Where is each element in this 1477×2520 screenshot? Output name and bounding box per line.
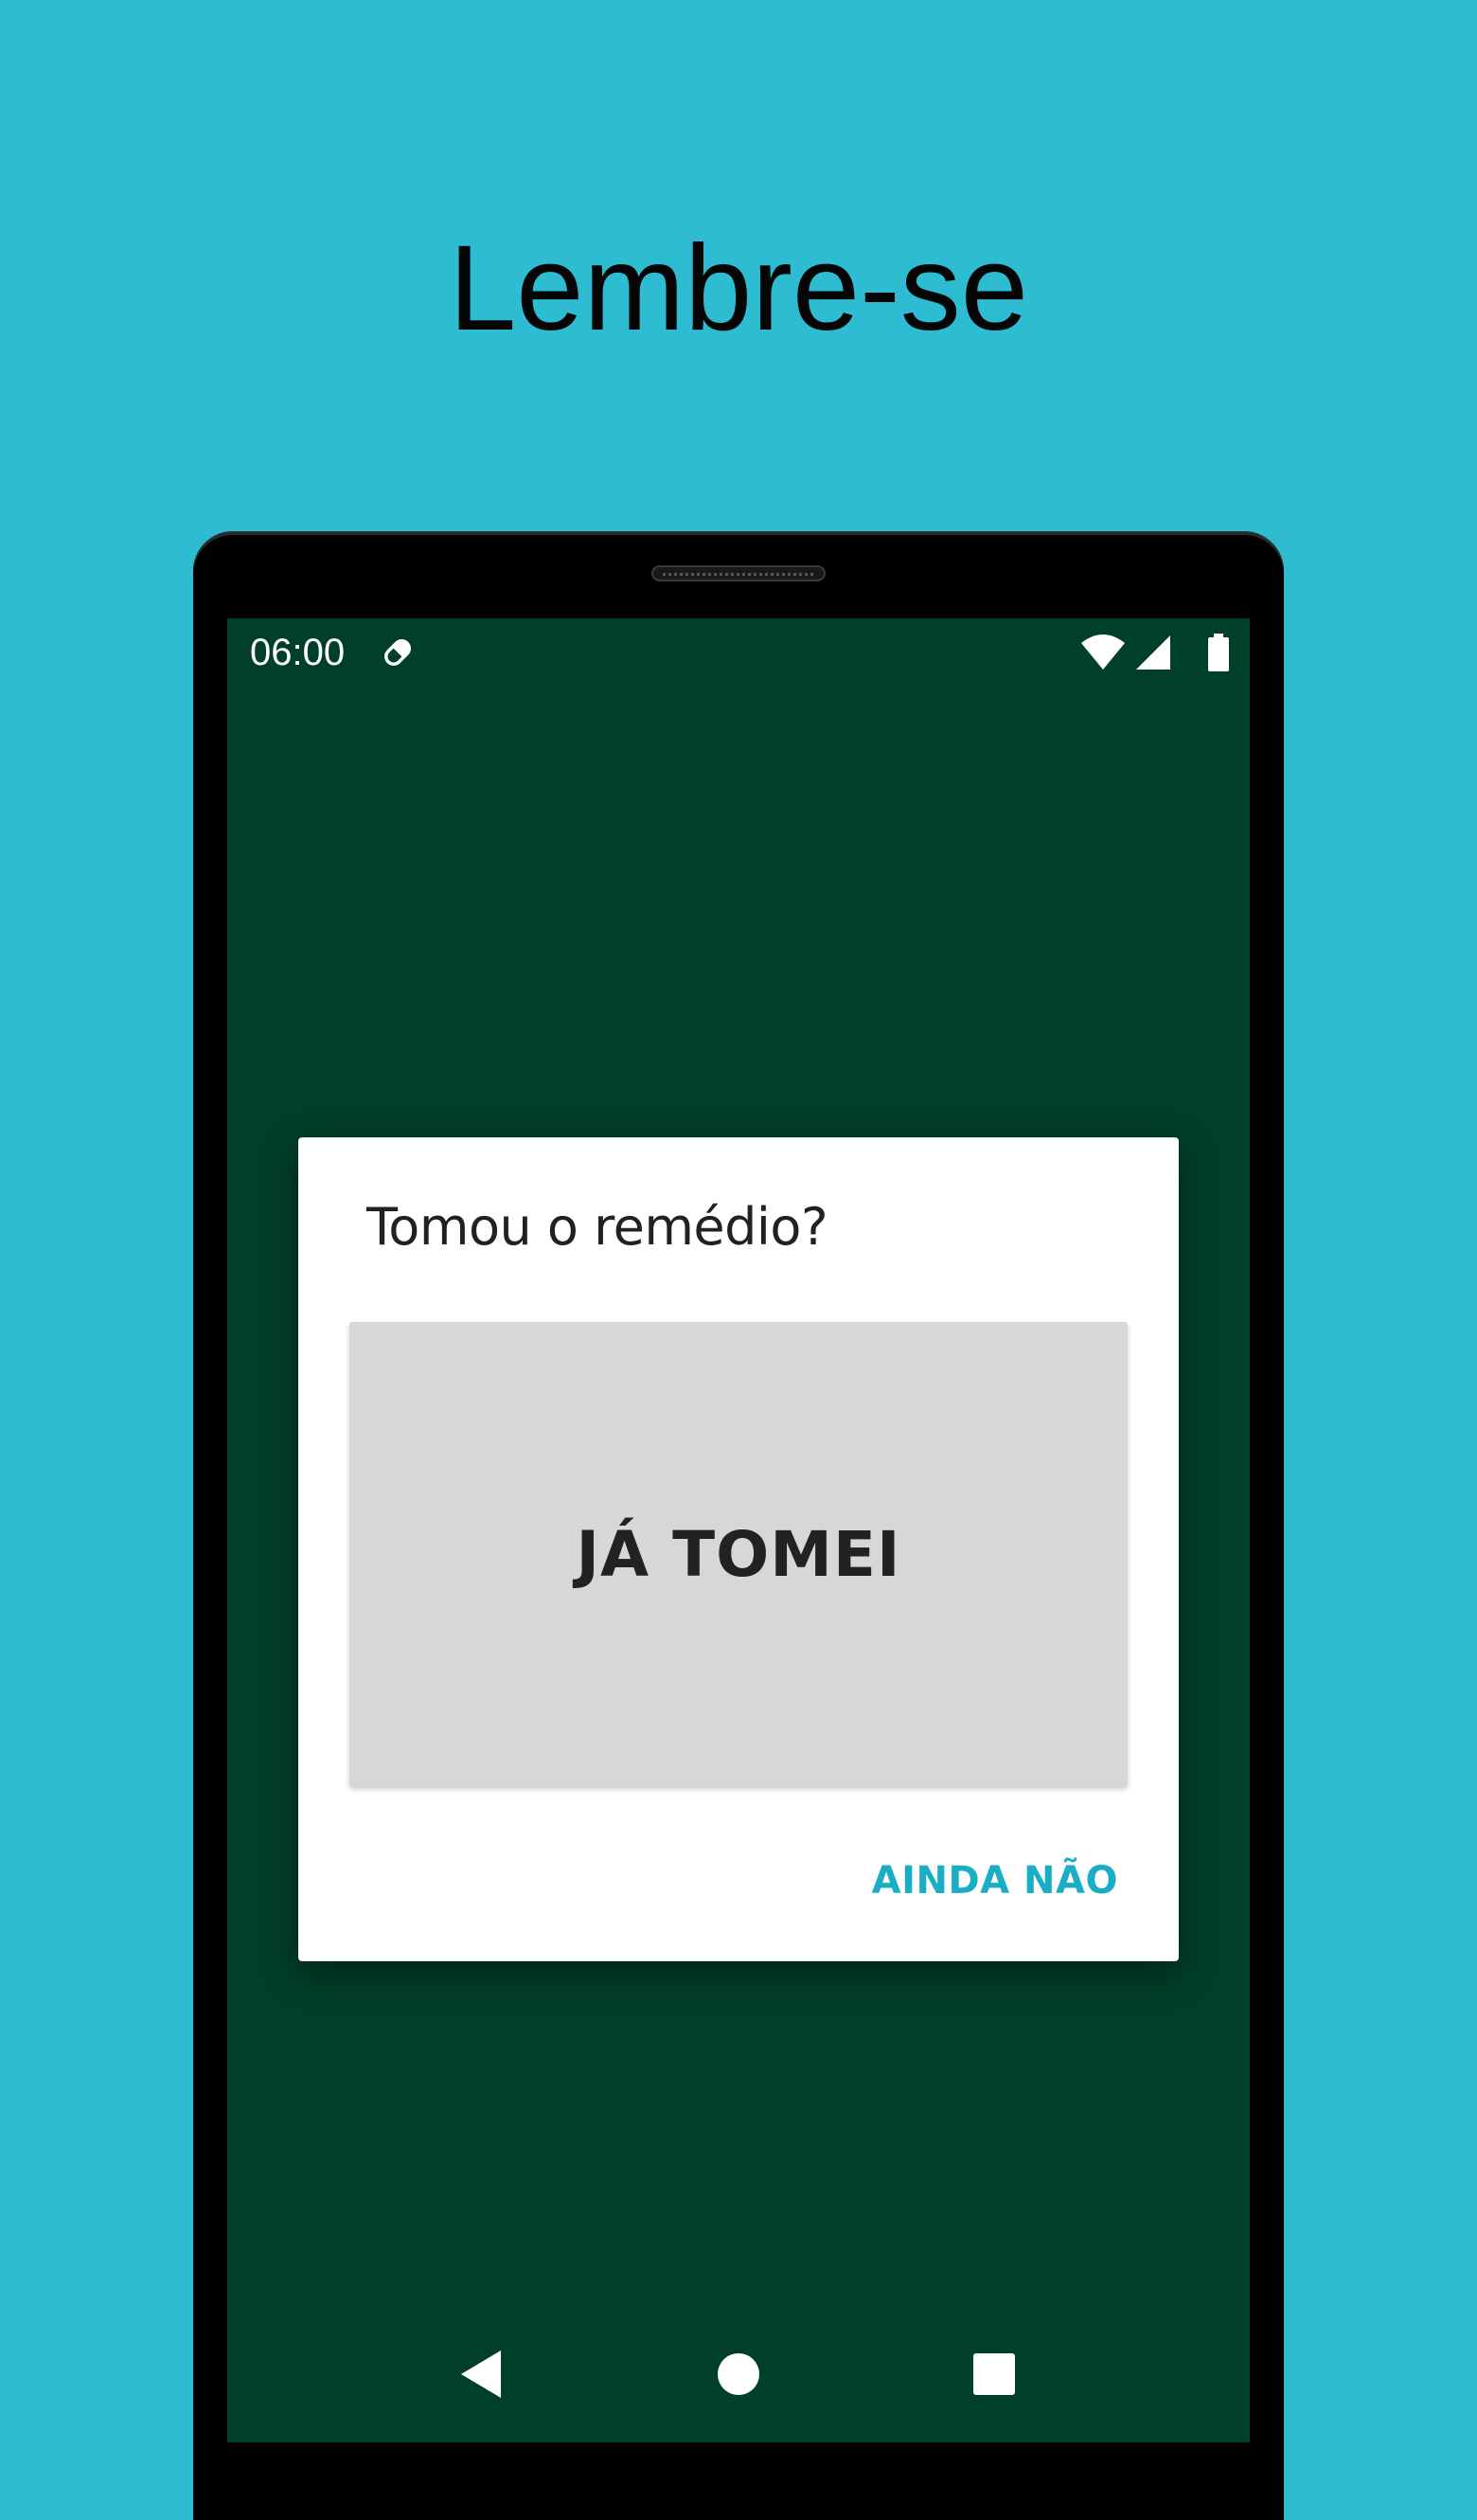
signal-icon [1136, 635, 1170, 670]
nav-home-button[interactable] [701, 2336, 776, 2412]
nav-recents-button[interactable] [956, 2336, 1032, 2412]
phone-screen: 06:00 Tomou o remédio? JÁ TOMEI AINDA NÃ… [227, 618, 1250, 2442]
battery-icon [1208, 634, 1229, 671]
back-icon [461, 2350, 501, 2398]
already-taken-label: JÁ TOMEI [576, 1517, 901, 1591]
wifi-icon [1081, 634, 1125, 670]
status-time: 06:00 [250, 632, 346, 673]
already-taken-button[interactable]: JÁ TOMEI [349, 1322, 1128, 1786]
home-icon [718, 2353, 759, 2395]
recents-icon [973, 2353, 1015, 2395]
promo-headline: Lembre-se [449, 221, 1028, 356]
not-yet-button[interactable]: AINDA NÃO [872, 1859, 1118, 1903]
pill-icon [384, 639, 411, 666]
reminder-dialog: Tomou o remédio? JÁ TOMEI AINDA NÃO [298, 1137, 1179, 1961]
nav-back-button[interactable] [443, 2336, 519, 2412]
dialog-title: Tomou o remédio? [366, 1197, 828, 1257]
status-bar: 06:00 [227, 618, 1250, 687]
navigation-bar [227, 2317, 1250, 2442]
phone-speaker [651, 565, 826, 581]
status-icons [1070, 632, 1231, 673]
phone-frame: 06:00 Tomou o remédio? JÁ TOMEI AINDA NÃ… [193, 531, 1284, 2520]
